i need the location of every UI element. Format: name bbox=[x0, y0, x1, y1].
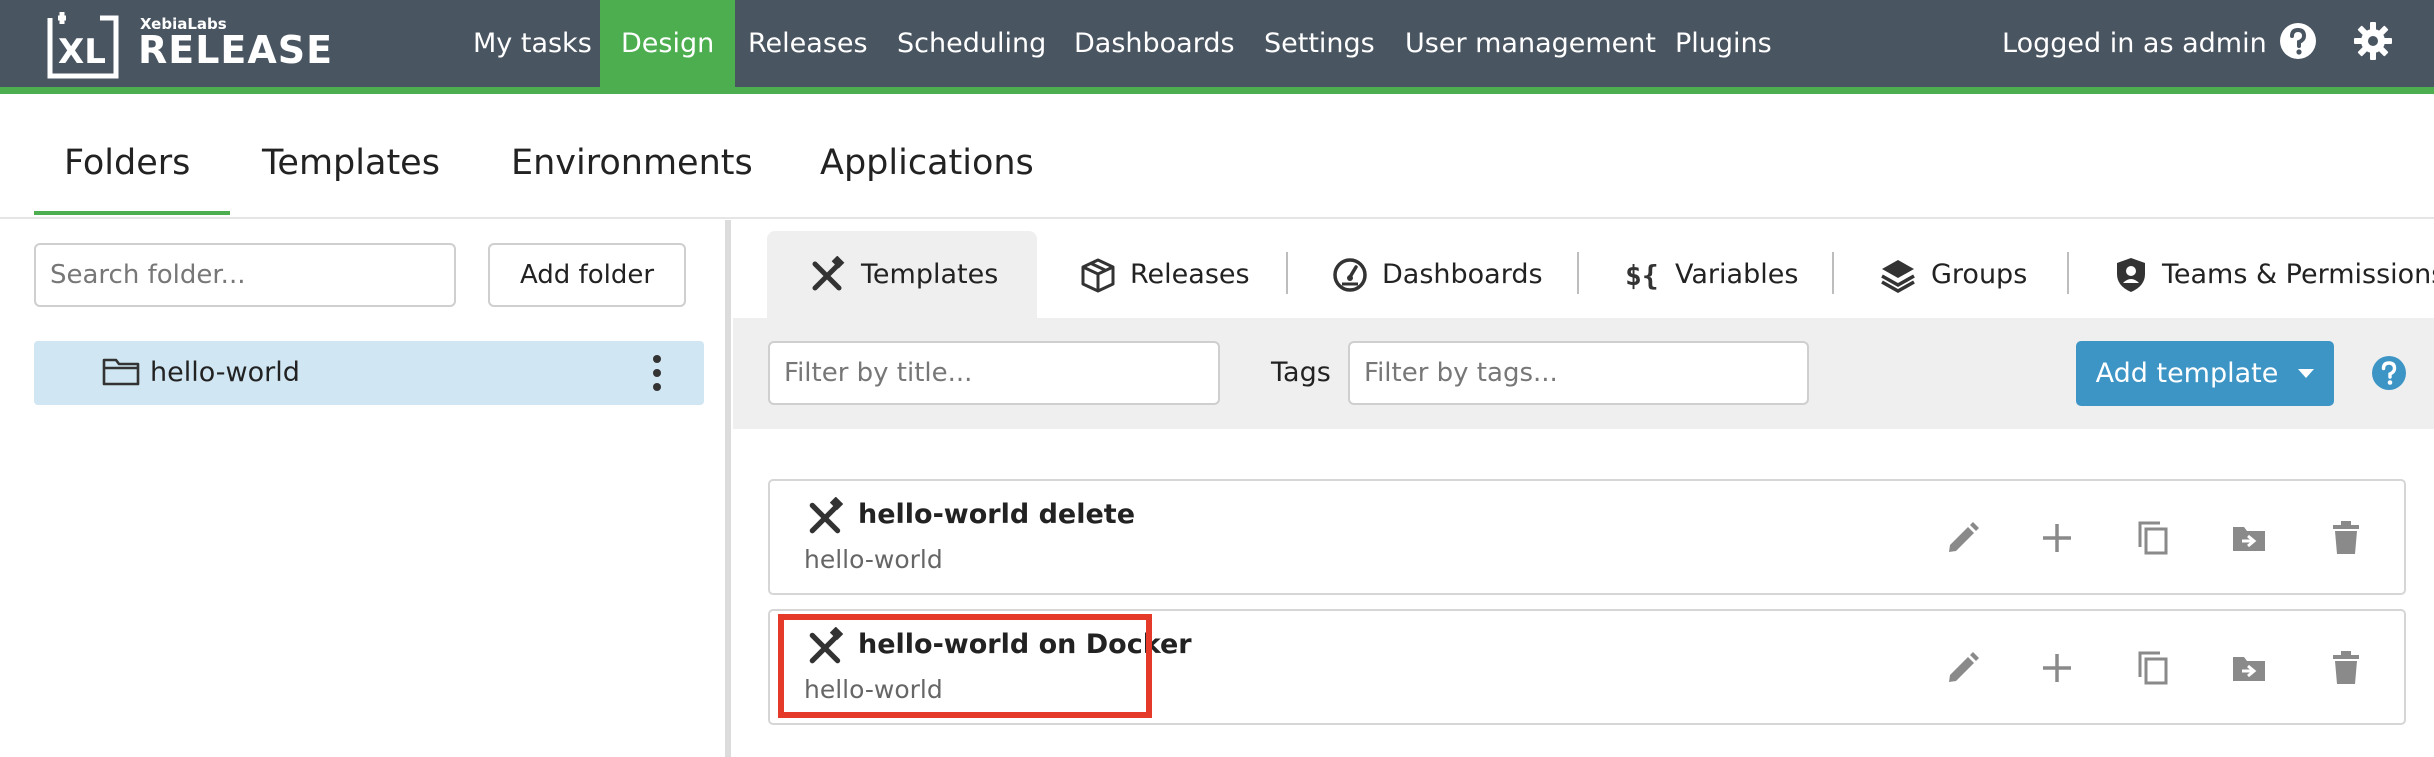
subtab-templates-label: Templates bbox=[861, 259, 999, 290]
folder-icon bbox=[102, 358, 140, 386]
layers-icon bbox=[1881, 259, 1915, 293]
variable-icon: ${ bbox=[1625, 259, 1659, 292]
add-template-label: Add template bbox=[2095, 358, 2279, 389]
top-navigation-bar: XL XebiaLabs RELEASE My tasks Design Rel… bbox=[0, 0, 2434, 87]
subtab-releases[interactable]: Releases bbox=[1080, 231, 1250, 318]
nav-releases[interactable]: Releases bbox=[727, 0, 889, 87]
subtab-separator bbox=[1577, 252, 1579, 294]
subtab-releases-label: Releases bbox=[1130, 259, 1250, 290]
gear-icon[interactable] bbox=[2353, 21, 2393, 61]
logo-mark-text: XL bbox=[58, 32, 106, 72]
add-template-button[interactable]: Add template bbox=[2076, 341, 2334, 406]
pencil-icon[interactable] bbox=[1944, 649, 1982, 687]
nav-my-tasks[interactable]: My tasks bbox=[452, 0, 613, 87]
trash-icon[interactable] bbox=[2327, 519, 2365, 557]
xl-logo-icon: XL bbox=[47, 12, 119, 79]
more-options-icon[interactable] bbox=[651, 354, 663, 392]
plus-icon[interactable] bbox=[2038, 519, 2076, 557]
tab-templates[interactable]: Templates bbox=[262, 143, 440, 183]
subtab-teams-permissions-label: Teams & Permissions bbox=[2162, 259, 2434, 290]
subtab-groups[interactable]: Groups bbox=[1879, 231, 2027, 318]
subtab-separator bbox=[1286, 252, 1288, 294]
pencil-icon[interactable] bbox=[1944, 519, 1982, 557]
folder-item-hello-world[interactable]: hello-world bbox=[34, 341, 704, 405]
panel-splitter[interactable] bbox=[725, 220, 731, 757]
copy-icon[interactable] bbox=[2134, 519, 2172, 557]
search-folder-input[interactable] bbox=[34, 243, 456, 307]
nav-plugins[interactable]: Plugins bbox=[1654, 0, 1793, 87]
template-tools-icon bbox=[809, 497, 844, 534]
copy-icon[interactable] bbox=[2134, 649, 2172, 687]
tab-folders[interactable]: Folders bbox=[64, 143, 190, 183]
subtab-templates[interactable]: Templates bbox=[767, 231, 1037, 318]
nav-design[interactable]: Design bbox=[600, 0, 736, 87]
plus-icon[interactable] bbox=[2038, 649, 2076, 687]
nav-settings[interactable]: Settings bbox=[1243, 0, 1396, 87]
help-icon[interactable] bbox=[2278, 21, 2318, 61]
help-circle-icon[interactable] bbox=[2371, 355, 2407, 391]
move-folder-icon[interactable] bbox=[2230, 519, 2268, 557]
template-folder: hello-world bbox=[804, 545, 943, 574]
tab-applications[interactable]: Applications bbox=[820, 143, 1034, 183]
topbar-accent-line bbox=[0, 87, 2434, 94]
svg-text:${: ${ bbox=[1625, 259, 1659, 292]
tabs-divider bbox=[0, 217, 2434, 219]
trash-icon[interactable] bbox=[2327, 649, 2365, 687]
add-folder-button[interactable]: Add folder bbox=[488, 243, 686, 307]
template-card[interactable]: hello-world delete hello-world bbox=[768, 479, 2406, 595]
filter-title-input[interactable] bbox=[768, 341, 1220, 405]
move-folder-icon[interactable] bbox=[2230, 649, 2268, 687]
xl-release-logo[interactable]: XL XebiaLabs RELEASE bbox=[44, 8, 344, 80]
subtab-dashboards[interactable]: Dashboards bbox=[1332, 231, 1543, 318]
folder-name: hello-world bbox=[150, 357, 300, 388]
nav-scheduling[interactable]: Scheduling bbox=[876, 0, 1067, 87]
filter-tags-input[interactable] bbox=[1348, 341, 1809, 405]
chevron-down-icon bbox=[2298, 369, 2315, 378]
subtab-variables-label: Variables bbox=[1675, 259, 1799, 290]
subtab-teams-permissions[interactable]: Teams & Permissions bbox=[2114, 231, 2434, 318]
active-tab-indicator bbox=[34, 211, 230, 215]
subtab-groups-label: Groups bbox=[1931, 259, 2028, 290]
template-tools-icon bbox=[812, 255, 845, 290]
subtab-separator bbox=[1832, 252, 1834, 294]
logged-in-user[interactable]: Logged in as admin bbox=[2002, 0, 2267, 87]
gauge-icon bbox=[1333, 257, 1367, 292]
annotation-highlight-box bbox=[778, 614, 1152, 718]
package-icon bbox=[1081, 258, 1115, 292]
shield-user-icon bbox=[2117, 257, 2145, 292]
nav-dashboards[interactable]: Dashboards bbox=[1053, 0, 1256, 87]
tab-environments[interactable]: Environments bbox=[511, 143, 753, 183]
subtab-dashboards-label: Dashboards bbox=[1382, 259, 1543, 290]
nav-user-management[interactable]: User management bbox=[1384, 0, 1677, 87]
subtab-separator bbox=[2067, 252, 2069, 294]
template-title[interactable]: hello-world delete bbox=[858, 499, 1135, 530]
subtab-variables[interactable]: ${ Variables bbox=[1625, 231, 1798, 318]
brand-big-text: RELEASE bbox=[138, 28, 334, 72]
tags-label: Tags bbox=[1271, 357, 1331, 388]
